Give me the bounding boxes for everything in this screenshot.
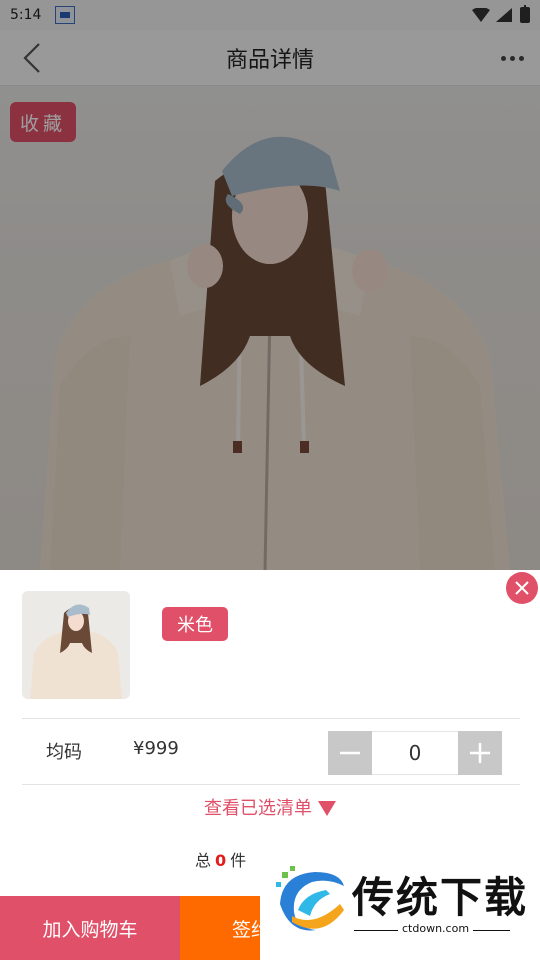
minus-icon [340,751,360,755]
add-to-cart-button[interactable]: 加入购物车 [0,896,180,960]
divider [22,784,520,785]
total-suffix: 件 [230,851,247,870]
decrement-button[interactable] [328,731,372,775]
size-label: 均码 [46,742,82,763]
close-button[interactable] [506,572,538,604]
increment-button[interactable] [458,731,502,775]
view-selected-list-link[interactable]: 查看已选清单 [0,794,540,820]
product-thumbnail [22,591,130,699]
thumbnail-photo [22,591,130,699]
total-count-value: 0 [215,851,227,870]
divider [22,718,520,719]
total-count: 总0件 [195,847,246,871]
watermark-logo-icon [276,866,344,931]
triangle-down-icon [318,801,336,816]
watermark-url: ctdown.com [398,922,474,935]
color-option-beige[interactable]: 米色 [162,607,228,641]
modal-backdrop[interactable] [0,0,540,570]
close-icon [515,581,529,595]
quantity-stepper: 0 [328,731,502,775]
view-selected-label: 查看已选清单 [204,798,312,819]
watermark-title: 传统下载 [352,873,529,922]
plus-icon [470,743,490,763]
price-label: ¥999 [133,738,179,759]
watermark: 传统下载 ctdown.com [260,856,540,960]
quantity-input[interactable]: 0 [372,731,458,775]
total-prefix: 总 [195,851,212,870]
